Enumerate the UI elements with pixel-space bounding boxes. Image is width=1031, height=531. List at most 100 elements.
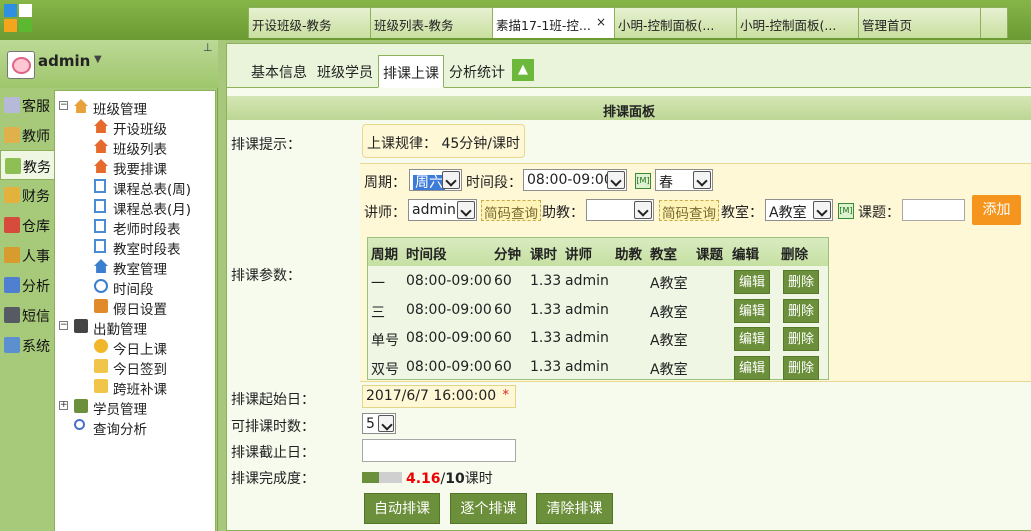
delete-button[interactable]: 删除: [783, 270, 819, 294]
tree-item[interactable]: − 班级管理: [55, 97, 215, 118]
nav-category[interactable]: 财务: [0, 180, 54, 210]
nav-category[interactable]: 人事: [0, 240, 54, 270]
auto-schedule-button[interactable]: 自动排课: [364, 493, 440, 524]
panel-title: 排课面板: [227, 96, 1031, 120]
nav-category[interactable]: 分析: [0, 270, 54, 300]
progress-text: 4.16/10课时: [406, 471, 493, 487]
table-cell-teacher: admin: [565, 273, 609, 289]
season-select[interactable]: 春: [655, 169, 713, 191]
params-label: 排课参数：: [231, 268, 301, 284]
tab-analysis[interactable]: 分析统计: [449, 62, 505, 82]
assistant-select[interactable]: [586, 199, 654, 221]
table-cell-minutes: 60: [494, 330, 512, 347]
m-icon[interactable]: [M]: [635, 173, 651, 189]
delete-button[interactable]: 删除: [783, 298, 819, 323]
tree-item[interactable]: 查询分析: [55, 417, 215, 438]
tree-expander-icon[interactable]: +: [59, 401, 68, 410]
table-cell-teacher: admin: [565, 330, 609, 347]
tab-schedule[interactable]: 排课上课: [378, 55, 444, 88]
window-tab[interactable]: 小明-控制面板(...: [614, 7, 737, 38]
tree-expander-icon[interactable]: −: [59, 101, 68, 110]
tree-item[interactable]: − 出勤管理: [55, 317, 215, 338]
window-tab[interactable]: 开设班级-教务: [248, 7, 371, 38]
avatar[interactable]: [7, 51, 35, 79]
room-select[interactable]: A教室: [765, 199, 833, 221]
teacher-select[interactable]: admin: [408, 199, 477, 221]
tree-item[interactable]: + 学员管理: [55, 397, 215, 418]
close-icon[interactable]: ×: [596, 15, 606, 29]
nav-category-label: 短信: [22, 309, 50, 325]
tree-item[interactable]: 课程总表(月): [55, 197, 215, 218]
tree-item[interactable]: 跨班补课: [55, 377, 215, 398]
nav-category-label: 教务: [23, 160, 51, 176]
table-cell-teacher: admin: [565, 358, 609, 375]
progress-label: 排课完成度：: [231, 471, 315, 487]
nav-category[interactable]: 教师: [0, 120, 54, 150]
start-date-input[interactable]: 2017/6/7 16:00:00 *: [362, 385, 516, 408]
person-icon: [74, 319, 88, 333]
nav-category-label: 系统: [22, 339, 50, 355]
assistant-code-query-button[interactable]: 简码查询: [659, 200, 719, 222]
user-menu-caret-icon[interactable]: ▼: [94, 54, 102, 65]
schedule-each-button[interactable]: 逐个排课: [450, 493, 527, 524]
delete-button[interactable]: 删除: [783, 327, 819, 352]
nav-category-icon: [4, 97, 20, 113]
tree-item[interactable]: 班级列表: [55, 137, 215, 158]
collapse-up-icon[interactable]: ▲: [512, 59, 534, 81]
window-tab-spacer: [980, 7, 1008, 38]
tree-item[interactable]: 教室管理: [55, 257, 215, 278]
table-cell-hours: 1.33: [530, 273, 562, 289]
topic-label: 课题：: [858, 205, 900, 221]
tab-class-students[interactable]: 班级学员: [317, 62, 373, 82]
window-tab[interactable]: 小明-控制面板(...: [736, 7, 859, 38]
user-name[interactable]: admin: [38, 52, 90, 70]
topic-input[interactable]: [902, 199, 965, 221]
nav-category[interactable]: 系统: [0, 330, 54, 360]
tree-item[interactable]: 课程总表(周): [55, 177, 215, 198]
chevron-down-icon: [457, 201, 475, 219]
tree-item-label: 学员管理: [93, 402, 147, 418]
window-tab[interactable]: 素描17-1班-控... ×: [492, 7, 615, 38]
tree-item-label: 时间段: [113, 282, 154, 298]
edit-button[interactable]: 编辑: [734, 355, 770, 380]
table-header-cell: 分钟: [494, 247, 521, 263]
end-date-input[interactable]: [362, 439, 516, 462]
table-cell-room: A教室: [650, 304, 688, 321]
teacher-code-query-button[interactable]: 简码查询: [481, 200, 541, 222]
nav-category[interactable]: 客服: [0, 90, 54, 120]
tree-item[interactable]: 今日签到: [55, 357, 215, 378]
tab-basic-info[interactable]: 基本信息: [251, 62, 307, 82]
period-select[interactable]: 08:00-09:00: [523, 169, 627, 191]
tree-item[interactable]: 开设班级: [55, 117, 215, 138]
edit-button[interactable]: 编辑: [734, 270, 770, 294]
table-header-cell: 助教: [615, 247, 642, 263]
tree-item[interactable]: 老师时段表: [55, 217, 215, 238]
window-tab[interactable]: 管理首页: [858, 7, 981, 38]
user-bar: admin ▼ ⊥: [0, 40, 218, 88]
window-tab-label: 管理首页: [862, 18, 913, 33]
table-header-cell: 删除: [781, 247, 808, 263]
tree-item[interactable]: 时间段: [55, 277, 215, 298]
tree-item-label: 教室管理: [113, 262, 167, 278]
edit-button[interactable]: 编辑: [734, 327, 770, 352]
nav-category[interactable]: 短信: [0, 300, 54, 330]
tree-item[interactable]: 教室时段表: [55, 237, 215, 258]
pin-icon[interactable]: ⊥: [203, 41, 213, 54]
tree-item[interactable]: 我要排课: [55, 157, 215, 178]
nav-category[interactable]: 仓库: [0, 210, 54, 240]
delete-button[interactable]: 删除: [783, 355, 819, 380]
tree-expander-icon[interactable]: −: [59, 321, 68, 330]
edit-button[interactable]: 编辑: [734, 298, 770, 323]
nav-category-icon: [4, 217, 20, 233]
window-tab[interactable]: 班级列表-教务: [370, 7, 493, 38]
nav-category[interactable]: 教务: [0, 150, 54, 180]
count-select[interactable]: 5: [362, 413, 396, 434]
tree-item[interactable]: 假日设置: [55, 297, 215, 318]
week-select[interactable]: 周六: [409, 169, 462, 191]
document-icon: [94, 219, 106, 233]
tree-item-label: 班级管理: [93, 102, 147, 118]
clear-schedule-button[interactable]: 清除排课: [536, 493, 613, 524]
add-button[interactable]: 添加: [972, 195, 1021, 225]
room-m-icon[interactable]: [M]: [838, 203, 854, 219]
tree-item[interactable]: 今日上课: [55, 337, 215, 358]
